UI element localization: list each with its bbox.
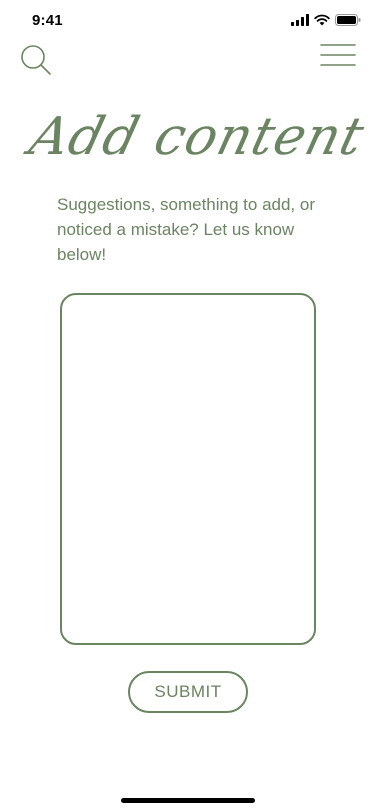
intro-text: Suggestions, something to add, or notice… — [57, 195, 315, 264]
search-button[interactable] — [18, 42, 54, 78]
content-textarea[interactable] — [60, 293, 316, 645]
status-icons — [291, 14, 361, 26]
hamburger-menu-icon — [320, 44, 356, 66]
cellular-signal-icon — [291, 14, 309, 26]
home-indicator — [121, 798, 255, 803]
search-icon — [21, 45, 51, 75]
submit-button[interactable]: SUBMIT — [128, 671, 248, 713]
wifi-icon — [314, 14, 330, 26]
page-title-text: Add content — [23, 107, 371, 167]
page-title: Add content — [20, 92, 371, 182]
battery-icon — [335, 14, 361, 26]
status-time: 9:41 — [32, 12, 63, 29]
status-bar: 9:41 — [0, 0, 375, 44]
menu-button[interactable] — [319, 42, 357, 72]
